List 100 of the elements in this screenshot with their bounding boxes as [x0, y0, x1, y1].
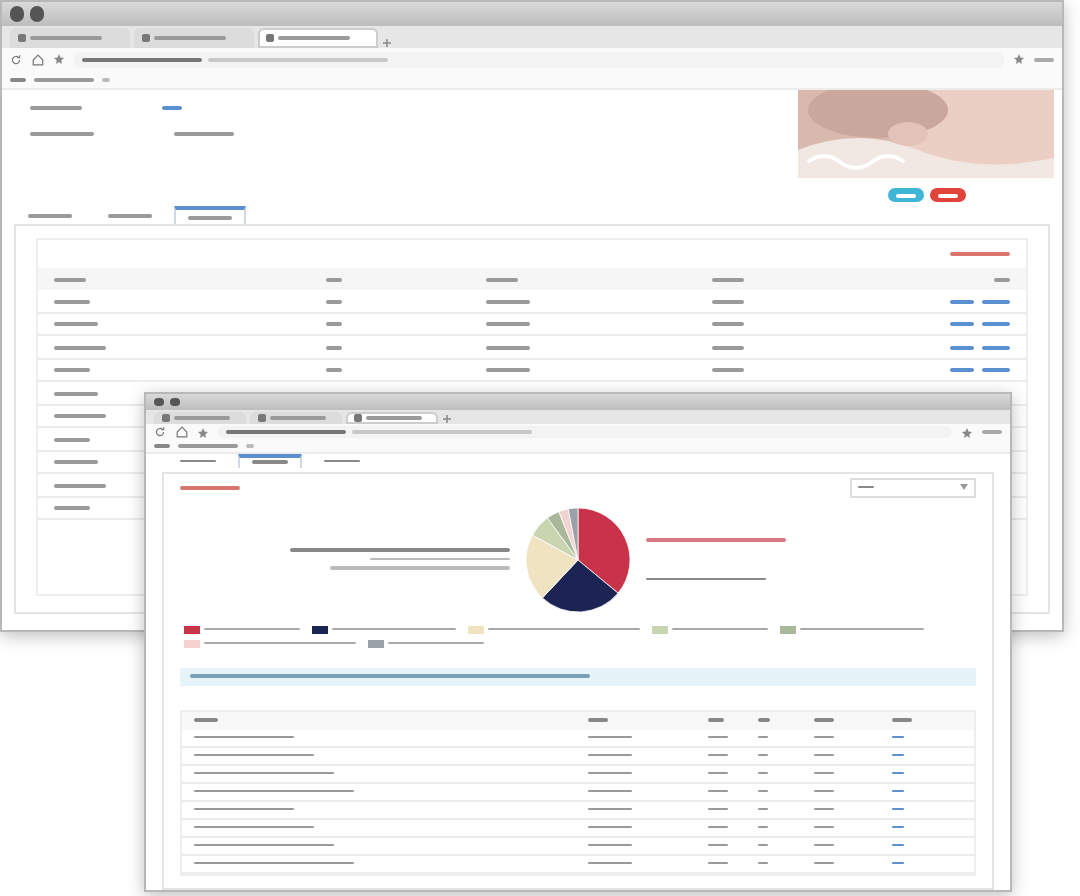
text-line — [194, 753, 314, 757]
text-line — [485, 299, 530, 304]
text-line — [707, 807, 727, 811]
text-line — [858, 485, 874, 489]
text-line — [194, 771, 334, 775]
text-line — [892, 789, 904, 793]
text-line — [485, 368, 530, 373]
text-line — [270, 415, 326, 420]
action-button[interactable] — [929, 188, 965, 203]
text-line — [366, 415, 422, 420]
text-line — [950, 299, 974, 304]
favicon-icon — [266, 33, 274, 42]
browser-tab[interactable] — [134, 28, 254, 48]
text-line — [54, 506, 90, 511]
browser-tab[interactable] — [154, 411, 246, 425]
text-line — [814, 718, 834, 722]
text-line — [324, 459, 360, 463]
text-line — [994, 277, 1010, 282]
text-line — [278, 35, 350, 40]
text-line — [162, 105, 182, 110]
text-line — [646, 538, 786, 542]
text-line — [707, 825, 727, 829]
text-line — [950, 252, 1010, 257]
text-line — [326, 345, 342, 350]
text-line — [711, 277, 744, 282]
text-line — [54, 299, 90, 304]
text-line — [672, 627, 768, 631]
text-line — [174, 131, 234, 136]
text-line — [757, 735, 767, 739]
address-bar[interactable] — [218, 426, 952, 438]
text-line — [54, 345, 106, 350]
text-line — [54, 460, 98, 465]
text-line — [54, 368, 90, 373]
browser-tab[interactable] — [258, 28, 378, 48]
text-line — [194, 807, 294, 811]
text-line — [54, 322, 98, 327]
text-line — [180, 459, 216, 463]
text-line — [485, 345, 530, 350]
text-line — [711, 368, 744, 373]
text-line — [757, 771, 767, 775]
text-line — [757, 718, 769, 722]
text-line — [226, 430, 346, 435]
text-line — [707, 735, 727, 739]
text-line — [950, 368, 974, 373]
text-line — [814, 771, 834, 775]
star-icon[interactable] — [54, 54, 64, 65]
text-line — [174, 415, 230, 420]
text-line — [54, 437, 90, 442]
text-line — [892, 718, 912, 722]
text-line — [30, 131, 94, 136]
text-line — [950, 345, 974, 350]
text-line — [892, 861, 904, 865]
text-line — [892, 843, 904, 847]
plus-icon[interactable] — [382, 37, 392, 48]
text-line — [892, 825, 904, 829]
text-line — [892, 771, 904, 775]
text-line — [180, 485, 240, 490]
browser-tab[interactable] — [250, 411, 342, 425]
text-line — [707, 843, 727, 847]
text-line — [757, 753, 767, 757]
star-icon[interactable] — [198, 427, 208, 438]
dropdown[interactable] — [850, 477, 976, 498]
home-icon[interactable] — [176, 426, 188, 439]
text-line — [154, 35, 226, 40]
text-line — [707, 753, 727, 757]
favicon-icon — [18, 33, 26, 42]
text-line — [587, 753, 631, 757]
page-tab[interactable] — [174, 206, 246, 225]
text-line — [892, 735, 904, 739]
text-line — [178, 443, 238, 448]
address-bar[interactable] — [74, 51, 1004, 68]
text-line — [587, 825, 631, 829]
plus-icon[interactable] — [442, 414, 452, 425]
text-line — [332, 627, 456, 631]
text-line — [711, 299, 744, 304]
favicon-icon — [142, 33, 150, 42]
text-line — [814, 789, 834, 793]
browser-tab[interactable] — [346, 411, 438, 425]
reload-icon[interactable] — [10, 53, 22, 66]
text-line — [28, 214, 72, 219]
text-line — [587, 735, 631, 739]
text-line — [54, 414, 106, 419]
action-button[interactable] — [887, 188, 923, 203]
reload-icon[interactable] — [154, 426, 166, 439]
text-line — [587, 771, 631, 775]
home-icon[interactable] — [32, 53, 44, 66]
text-line — [194, 735, 294, 739]
browser-tab[interactable] — [10, 28, 130, 48]
text-line — [388, 641, 484, 645]
star-icon[interactable] — [1014, 54, 1024, 65]
star-icon[interactable] — [962, 427, 972, 438]
text-line — [707, 771, 727, 775]
text-line — [246, 443, 254, 448]
text-line — [814, 807, 834, 811]
text-line — [814, 825, 834, 829]
text-line — [54, 391, 98, 396]
text-line — [814, 861, 834, 865]
text-line — [982, 430, 1002, 435]
text-line — [587, 807, 631, 811]
text-line — [814, 843, 834, 847]
